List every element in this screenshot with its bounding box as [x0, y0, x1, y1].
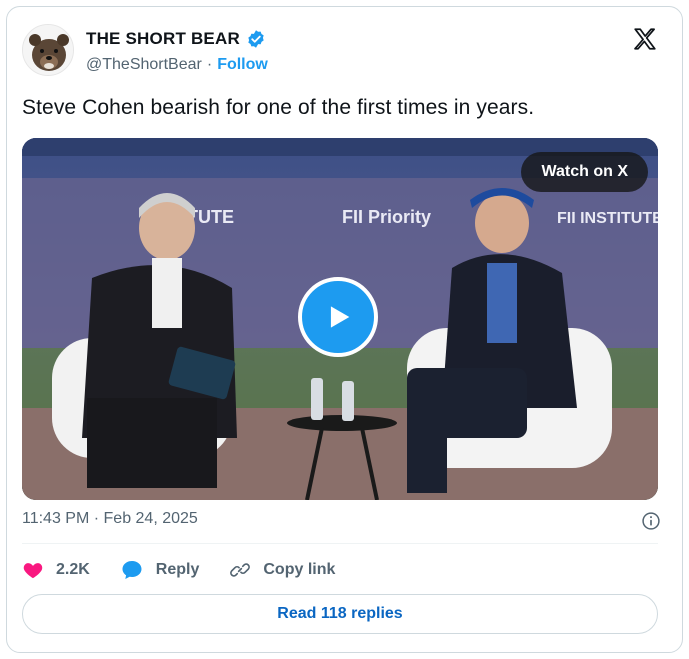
follow-button[interactable]: Follow	[217, 56, 268, 74]
banner-right-text: FII INSTITUTE	[557, 210, 658, 227]
handle[interactable]: @TheShortBear	[86, 56, 202, 74]
display-name[interactable]: THE SHORT BEAR	[86, 29, 240, 49]
avatar[interactable]	[22, 24, 74, 76]
link-icon	[230, 563, 251, 577]
tweet-text: Steve Cohen bearish for one of the first…	[22, 96, 535, 119]
read-replies-button[interactable]: Read 118 replies	[22, 594, 658, 634]
play-button[interactable]	[298, 277, 378, 357]
bear-avatar-icon	[23, 25, 73, 75]
timestamp[interactable]: 11:43 PM · Feb 24, 2025	[22, 510, 198, 528]
reply-label: Reply	[155, 561, 200, 578]
action-bar: 2.2K Reply Copy link	[22, 558, 365, 582]
copy-link-button[interactable]: Copy link	[229, 559, 335, 581]
divider	[22, 543, 658, 544]
like-button[interactable]: 2.2K	[22, 559, 90, 581]
verified-badge-icon	[248, 30, 264, 48]
watch-on-x-button[interactable]: Watch on X	[521, 152, 648, 192]
reply-button[interactable]: Reply	[120, 558, 200, 582]
banner-left-text: FII Priority	[342, 207, 431, 227]
name-row: THE SHORT BEAR	[86, 28, 266, 50]
play-icon	[330, 306, 350, 328]
copy-link-label: Copy link	[263, 561, 336, 578]
tweet-header: THE SHORT BEAR @TheShortBear · Follow	[22, 24, 658, 82]
x-logo-icon[interactable]	[632, 26, 658, 52]
like-count: 2.2K	[56, 561, 90, 578]
handle-row: @TheShortBear · Follow	[86, 56, 268, 74]
info-icon[interactable]	[641, 511, 661, 531]
reply-icon	[122, 561, 142, 579]
separator-dot: ·	[206, 56, 213, 73]
heart-icon	[23, 563, 43, 579]
video-player[interactable]: ITUTE FII Priority FII INSTITUTE Watch o…	[22, 138, 658, 500]
